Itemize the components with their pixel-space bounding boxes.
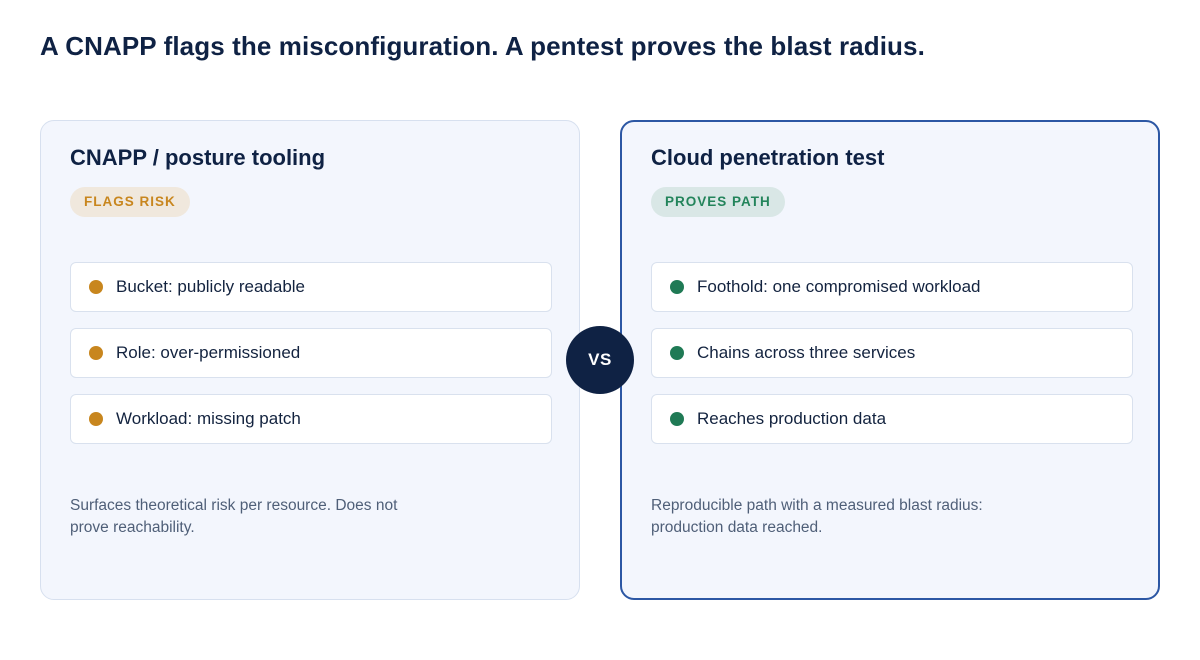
path-step-item: Foothold: one compromised workload [651, 262, 1133, 312]
warning-dot-icon [89, 412, 103, 426]
path-step-label: Reaches production data [697, 409, 887, 428]
cnapp-panel-title: CNAPP / posture tooling [70, 145, 326, 170]
finding-item: Workload: missing patch [70, 394, 552, 444]
page-title: A CNAPP flags the misconfiguration. A pe… [40, 31, 925, 61]
pentest-note: Reproducible path with a measured blast … [651, 497, 983, 536]
warning-dot-icon [89, 280, 103, 294]
path-step-item: Chains across three services [651, 328, 1133, 378]
flags-risk-badge: FLAGS RISK [70, 187, 190, 217]
pentest-panel-title: Cloud penetration test [651, 145, 885, 170]
success-dot-icon [670, 412, 684, 426]
warning-dot-icon [89, 346, 103, 360]
pentest-panel: Cloud penetration test PROVES PATH Footh… [620, 120, 1160, 600]
success-dot-icon [670, 346, 684, 360]
finding-label: Bucket: publicly readable [116, 277, 306, 296]
cnapp-panel: CNAPP / posture tooling FLAGS RISK Bucke… [40, 120, 580, 600]
finding-item: Role: over-permissioned [70, 328, 552, 378]
path-step-label: Foothold: one compromised workload [697, 277, 981, 296]
path-step-item: Reaches production data [651, 394, 1133, 444]
finding-label: Role: over-permissioned [116, 343, 301, 362]
success-dot-icon [670, 280, 684, 294]
pentest-path-list: Foothold: one compromised workload Chain… [651, 262, 1133, 460]
vs-badge: VS [566, 326, 634, 394]
finding-label: Workload: missing patch [116, 409, 301, 428]
path-step-label: Chains across three services [697, 343, 916, 362]
proves-path-badge: PROVES PATH [651, 187, 785, 217]
cnapp-note: Surfaces theoretical risk per resource. … [70, 497, 398, 536]
cnapp-findings-list: Bucket: publicly readable Role: over-per… [70, 262, 552, 460]
finding-item: Bucket: publicly readable [70, 262, 552, 312]
